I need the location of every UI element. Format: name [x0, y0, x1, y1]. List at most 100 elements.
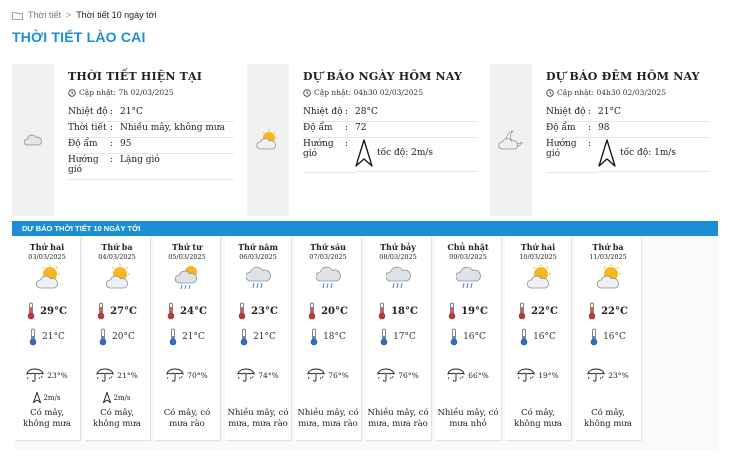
- wind-speed: 2m/s: [113, 393, 131, 402]
- detail-label: Nhiệt độ: [68, 106, 110, 122]
- card-title: DỰ BÁO ĐÊM HÔM NAY: [546, 70, 700, 83]
- day-name: Thứ hai: [520, 242, 556, 252]
- thermometer-hot-icon: [27, 302, 35, 320]
- card-icon-column: [247, 64, 289, 216]
- thermometer-hot-icon: [238, 302, 246, 320]
- low-temp: 20°C: [112, 332, 135, 342]
- thermometer-hot-icon: [167, 302, 175, 320]
- low-temp-row: 16°C: [505, 328, 571, 346]
- card-title: THỜI TIẾT HIỆN TẠI: [68, 70, 203, 83]
- rain-chance: 76°%: [398, 370, 419, 380]
- rain-cloud-icon: [246, 266, 271, 289]
- detail-row: Hướng gió : tốc độ: 1m/s: [546, 137, 710, 173]
- breadcrumb-separator: >: [65, 10, 72, 20]
- forecast-grid: Thứ hai 03/03/2025 29°C 21°C 23°% 2m/s Có mây,…: [14, 236, 718, 450]
- current-weather-card: THỜI TIẾT HIỆN TẠI Cập nhật: 7h 02/03/20…: [12, 64, 242, 216]
- wind-speed: tốc độ: 2m/s: [377, 148, 434, 158]
- detail-row: Nhiệt độ:28°C: [303, 106, 477, 122]
- wind-direction-icon: [598, 139, 616, 167]
- forecast-day: Thứ năm 06/03/2025 23°C 21°C 74°% Nhiều mây, …: [225, 236, 291, 440]
- detail-label: Hướng gió: [303, 137, 345, 173]
- breadcrumb-current: Thời tiết 10 ngày tới: [76, 10, 157, 20]
- weather-description: Có mây, có mưa rào: [163, 408, 211, 429]
- card-icon-column: [490, 64, 532, 216]
- thermometer-cold-icon: [99, 328, 107, 346]
- day-date: 04/03/2025: [98, 253, 136, 261]
- detail-colon: :: [345, 106, 355, 122]
- detail-label: Nhiệt độ: [546, 106, 588, 122]
- sun-cloud-icon: [526, 264, 551, 289]
- rain-chance-row: 76°%: [295, 368, 361, 382]
- rain-chance-row: 70°%: [154, 368, 220, 382]
- detail-colon: :: [345, 137, 355, 173]
- low-temp: 21°C: [182, 332, 205, 342]
- day-date: 09/03/2025: [449, 253, 487, 261]
- rain-chance: 74°%: [258, 370, 279, 380]
- detail-label: Thời tiết: [68, 121, 110, 138]
- day-name: Thứ ba: [101, 242, 133, 252]
- detail-value: 98: [598, 121, 710, 138]
- wind-direction-icon: [103, 392, 112, 403]
- umbrella-icon: [166, 368, 184, 382]
- low-temp: 21°C: [253, 332, 276, 342]
- thermometer-cold-icon: [169, 328, 177, 346]
- day-name: Thứ năm: [238, 242, 278, 252]
- high-temp: 18°C: [391, 305, 418, 317]
- sun-cloud-icon: [105, 264, 130, 289]
- clock-icon: [303, 88, 311, 97]
- thermometer-cold-icon: [240, 328, 248, 346]
- umbrella-icon: [517, 368, 535, 382]
- low-temp: 16°C: [533, 332, 556, 342]
- high-temp: 24°C: [180, 305, 207, 317]
- low-temp-row: 16°C: [435, 328, 501, 346]
- weather-description: Nhiều mây, có mưa nhỏ: [437, 408, 499, 429]
- detail-colon: :: [110, 121, 120, 138]
- clock-icon: [68, 88, 76, 97]
- detail-label: Nhiệt độ: [303, 106, 345, 122]
- low-temp-row: 21°C: [14, 328, 80, 346]
- detail-row: Độ ẩm:95: [68, 137, 234, 154]
- umbrella-icon: [307, 368, 325, 382]
- detail-colon: :: [345, 121, 355, 138]
- weather-description: Nhiều mây, có mưa, mưa rào: [367, 408, 429, 429]
- cloudy-icon: [23, 134, 42, 146]
- rain-chance-row: 21°%: [84, 368, 150, 382]
- low-temp: 18°C: [323, 332, 346, 342]
- detail-row: Thời tiết: Nhiều mây, không mưa: [68, 121, 234, 138]
- moon-cloud-icon: [498, 130, 523, 150]
- rain-chance-row: 76°%: [365, 368, 431, 382]
- detail-colon: :: [588, 121, 598, 138]
- detail-label: Hướng gió: [546, 137, 588, 173]
- thermometer-cold-icon: [29, 328, 37, 346]
- high-temp: 22°C: [601, 305, 628, 317]
- rain-cloud-icon: [456, 266, 481, 289]
- forecast-section-title: DỰ BÁO THỜI TIẾT 10 NGÀY TỚI: [12, 221, 718, 236]
- rain-chance: 19°%: [538, 370, 559, 380]
- wind-direction-icon: [33, 392, 42, 403]
- low-temp: 16°C: [463, 332, 486, 342]
- wind-speed: 2m/s: [43, 393, 61, 402]
- high-temp-row: 18°C: [365, 302, 431, 320]
- rain-cloud-icon: [386, 266, 411, 289]
- wind-direction-icon: [355, 139, 373, 167]
- thermometer-cold-icon: [380, 328, 388, 346]
- card-updated-text: Cập nhật: 04h30 02/03/2025: [314, 88, 423, 97]
- card-updated: Cập nhật: 04h30 02/03/2025: [303, 88, 477, 97]
- high-temp: 20°C: [321, 305, 348, 317]
- day-name: Thứ bảy: [380, 242, 416, 252]
- breadcrumb: Thời tiết > Thời tiết 10 ngày tới: [12, 10, 157, 20]
- rain-chance: 23°%: [608, 370, 629, 380]
- day-name: Thứ hai: [29, 242, 65, 252]
- rain-chance: 21°%: [117, 370, 138, 380]
- weather-description: Có mây, không mưa: [584, 408, 632, 429]
- wind-row: 2m/s: [84, 392, 150, 403]
- card-details: Nhiệt độ:21°C Độ ẩm:98 Hướng gió : tốc đ…: [546, 106, 710, 173]
- weather-description: Có mây, không mưa: [23, 408, 71, 429]
- detail-value: 72: [355, 121, 477, 138]
- breadcrumb-home-link[interactable]: Thời tiết: [28, 10, 61, 20]
- thermometer-hot-icon: [378, 302, 386, 320]
- thermometer-cold-icon: [450, 328, 458, 346]
- detail-row: Hướng gió : tốc độ: 2m/s: [303, 137, 477, 173]
- rain-chance-row: 23°%: [14, 368, 80, 382]
- wind-row: 2m/s: [14, 392, 80, 403]
